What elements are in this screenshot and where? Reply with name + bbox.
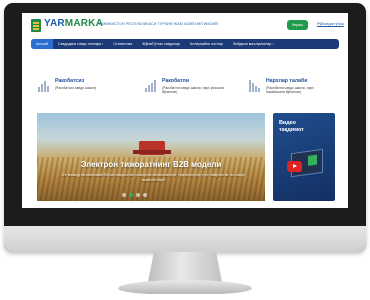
bar-chart-icon — [37, 79, 50, 92]
banner-subtitle: Энг мавжуд ва замонавий биржа савдоси ва… — [61, 173, 245, 182]
site-tagline: ТОЖИКИСТОН РЕСПУБЛИКАСИ ТУРКИЯ ЖАМ АЗИЙ … — [98, 22, 219, 26]
main-nav: Асосий Савдодаги товар лотлари › Статист… — [31, 39, 339, 49]
slider-dot[interactable] — [122, 193, 126, 197]
site-logo[interactable]: YARMARKA — [44, 18, 103, 29]
growth-chart-icon — [144, 79, 157, 92]
monitor-chin — [4, 226, 366, 252]
decline-chart-icon — [248, 79, 261, 92]
nav-item-home[interactable]: Асосий — [31, 39, 54, 49]
slider-dot[interactable] — [143, 193, 147, 197]
slider-dot[interactable] — [136, 193, 140, 197]
hero-banner[interactable]: Электрон тижоратнинг B2B модели Энг мавж… — [37, 113, 265, 201]
logo-icon[interactable] — [31, 19, 41, 32]
stat-title: Ракобатсиз — [55, 78, 85, 84]
stat-subtitle: (Ракобатли савдо шакли, нарх ўсишига йўн… — [162, 86, 224, 94]
stat-subtitle: (Ракобатли савдо шакли, нарх пасайишига … — [266, 86, 314, 94]
nav-item-past-trades[interactable]: Жўнаб ўтган савдолар — [137, 42, 185, 46]
nav-item-special-lots[interactable]: Аллеркийли лотлар — [185, 42, 228, 46]
logo-text-primary: YAR — [44, 18, 65, 29]
stat-title: Ракобатли — [162, 78, 190, 84]
stat-subtitle: (Ракобатсиз савдо шакли) — [55, 86, 97, 90]
stat-noncompetitive[interactable]: Ракобатсиз (Ракобатсиз савдо шакли) — [37, 75, 132, 97]
slider-dots — [122, 193, 147, 197]
video-title-line2: тақдимот — [279, 126, 304, 133]
stat-title: Нархлар талаби — [266, 78, 308, 84]
screen: YARMARKA ТОЖИКИСТОН РЕСПУБЛИКАСИ ТУРКИЯ … — [22, 13, 348, 208]
register-link[interactable]: Рўйхатдан ўтиш — [317, 22, 344, 26]
nav-item-useful-info[interactable]: Фойдали маълумотлар › — [228, 42, 279, 46]
stat-price-request[interactable]: Нархлар талаби (Ракобатли савдо шакли, н… — [248, 75, 343, 97]
site-header: YARMARKA ТОЖИКИСТОН РЕСПУБЛИКАСИ ТУРКИЯ … — [22, 13, 348, 41]
play-icon[interactable] — [287, 161, 302, 172]
nav-item-lots[interactable]: Савдодаги товар лотлари › — [53, 42, 108, 46]
video-presentation-card[interactable]: Видео тақдимот — [273, 113, 335, 201]
combine-harvester-image — [133, 141, 171, 155]
nav-item-statistics[interactable]: Статистика — [108, 42, 137, 46]
slider-dot-active[interactable] — [129, 193, 133, 197]
stat-competitive[interactable]: Ракобатли (Ракобатли савдо шакли, нарх ў… — [144, 75, 239, 97]
banner-title: Электрон тижоратнинг B2B модели — [80, 160, 222, 169]
monitor-stand-neck — [148, 252, 222, 282]
login-button[interactable]: Кириш — [287, 20, 308, 30]
video-title: Видео тақдимот — [279, 120, 304, 133]
monitor-stand-base — [118, 280, 252, 294]
